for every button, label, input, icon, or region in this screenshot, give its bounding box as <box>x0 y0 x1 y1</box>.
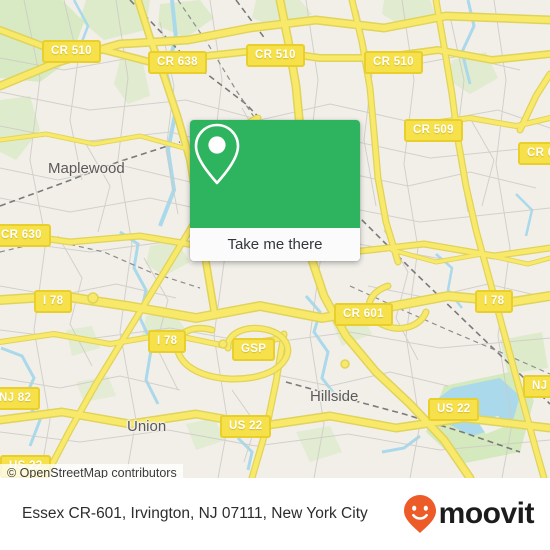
place-label: Hillside <box>310 388 359 405</box>
road-shield[interactable]: GSP <box>232 338 276 361</box>
road-shield[interactable]: I 78 <box>34 290 73 313</box>
take-me-there-label: Take me there <box>227 236 323 253</box>
page-title: Essex CR-601, Irvington, NJ 07111, New Y… <box>22 505 368 522</box>
map-canvas[interactable]: CR 510 CR 638 CR 510 CR 510 CR 509 CR 6 … <box>0 0 550 478</box>
road-shield[interactable]: CR 510 <box>364 51 423 74</box>
road-shield[interactable]: CR 630 <box>0 224 51 247</box>
road-shield[interactable]: CR 601 <box>334 303 393 326</box>
road-shield[interactable]: CR 509 <box>404 119 463 142</box>
road-shield[interactable]: CR 510 <box>246 44 305 67</box>
place-label: Union <box>127 418 167 435</box>
moovit-wordmark: moovit <box>438 497 535 530</box>
moovit-logo[interactable]: moovit <box>403 494 535 534</box>
screenshot-root: CR 510 CR 638 CR 510 CR 510 CR 509 CR 6 … <box>0 0 550 550</box>
popup-icon-area <box>190 120 360 228</box>
road-shield[interactable]: CR 6 <box>518 142 550 165</box>
road-shield[interactable]: I 78 <box>475 290 514 313</box>
road-shield[interactable]: NJ 82 <box>0 387 41 410</box>
moovit-smiley-pin-icon <box>403 495 436 533</box>
take-me-there-button[interactable]: Take me there <box>190 228 360 261</box>
road-shield[interactable]: US 22 <box>428 398 480 421</box>
footer-bar: Essex CR-601, Irvington, NJ 07111, New Y… <box>0 478 550 550</box>
road-shield[interactable]: NJ 2 <box>523 375 550 398</box>
road-shield[interactable]: CR 638 <box>148 51 207 74</box>
map-pin-icon <box>194 123 240 185</box>
road-shield[interactable]: CR 510 <box>42 40 101 63</box>
map-attribution[interactable]: © OpenStreetMap contributors <box>0 464 183 478</box>
road-shield[interactable]: I 78 <box>148 330 187 353</box>
destination-popup-card[interactable]: Take me there <box>190 120 360 261</box>
road-shield[interactable]: US 22 <box>220 415 272 438</box>
place-label: Maplewood <box>48 160 125 177</box>
